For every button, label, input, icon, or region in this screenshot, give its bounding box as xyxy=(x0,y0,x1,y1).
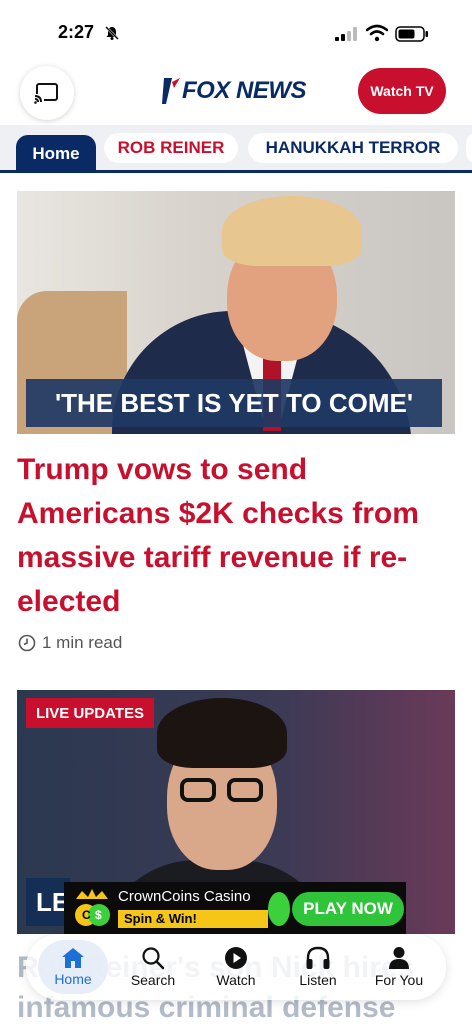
tab-home[interactable]: Home xyxy=(16,135,96,170)
ad-banner[interactable]: C $ CrownCoins Casino Spin & Win! PLAY N… xyxy=(64,882,406,934)
tab-rob-reiner[interactable]: ROB REINER xyxy=(104,133,238,163)
nav-listen-label: Listen xyxy=(299,972,337,988)
cellular-signal-icon xyxy=(335,27,357,41)
ad-title: CrownCoins Casino xyxy=(118,888,251,905)
tab-hanukkah-terror[interactable]: HANUKKAH TERROR xyxy=(248,133,458,163)
svg-text:C: C xyxy=(82,908,91,922)
nav-listen[interactable]: Listen xyxy=(283,940,353,994)
section-tabs: Home ROB REINER HANUKKAH TERROR xyxy=(0,125,472,173)
image-hair-shape xyxy=(157,698,287,768)
ad-subtitle: Spin & Win! xyxy=(118,910,268,928)
crowncoins-logo-icon: C $ xyxy=(68,885,116,931)
coin-icon xyxy=(268,892,290,926)
nav-search[interactable]: Search xyxy=(118,940,188,994)
image-glasses-right xyxy=(227,778,263,802)
clock-icon xyxy=(18,634,36,652)
cast-icon xyxy=(34,83,58,104)
nav-home-label: Home xyxy=(54,971,92,987)
battery-icon xyxy=(395,26,428,42)
read-time: 1 min read xyxy=(18,632,122,654)
image-glasses-left xyxy=(180,778,216,802)
person-icon xyxy=(389,947,409,969)
play-now-button[interactable]: PLAY NOW xyxy=(292,892,404,926)
fox-news-logo[interactable]: FOX NEWS xyxy=(160,74,312,108)
svg-text:$: $ xyxy=(95,908,102,922)
watch-tv-button[interactable]: Watch TV xyxy=(358,68,446,114)
nav-search-label: Search xyxy=(130,972,176,988)
nav-watch[interactable]: Watch xyxy=(201,940,271,994)
tab-next-partial[interactable] xyxy=(466,133,472,163)
bottom-navigation: Home Search Watch Listen For You xyxy=(26,934,446,1000)
cast-button[interactable] xyxy=(20,66,74,120)
search-icon xyxy=(142,947,165,970)
home-icon xyxy=(62,948,84,968)
read-time-label: 1 min read xyxy=(42,633,123,652)
nav-for-you[interactable]: For You xyxy=(364,940,434,994)
status-time: 2:27 xyxy=(58,22,95,42)
nav-watch-label: Watch xyxy=(216,972,256,988)
live-updates-badge: LIVE UPDATES xyxy=(26,698,154,728)
nav-home[interactable]: Home xyxy=(38,940,108,994)
lead-story-headline[interactable]: Trump vows to send Americans $2K checks … xyxy=(17,448,457,624)
headphones-icon xyxy=(306,946,330,969)
app-header: FOX NEWS Watch TV xyxy=(0,60,472,124)
logo-text: FOX NEWS xyxy=(182,77,307,104)
wifi-icon xyxy=(366,24,388,42)
status-bar: 2:27 xyxy=(0,0,472,56)
nav-for-you-label: For You xyxy=(374,972,424,988)
bell-muted-icon xyxy=(105,26,119,40)
fox-logo-mark-icon xyxy=(162,78,180,104)
play-icon xyxy=(225,947,247,969)
lead-story-banner: 'THE BEST IS YET TO COME' xyxy=(26,379,442,427)
image-hair-shape xyxy=(222,196,362,266)
